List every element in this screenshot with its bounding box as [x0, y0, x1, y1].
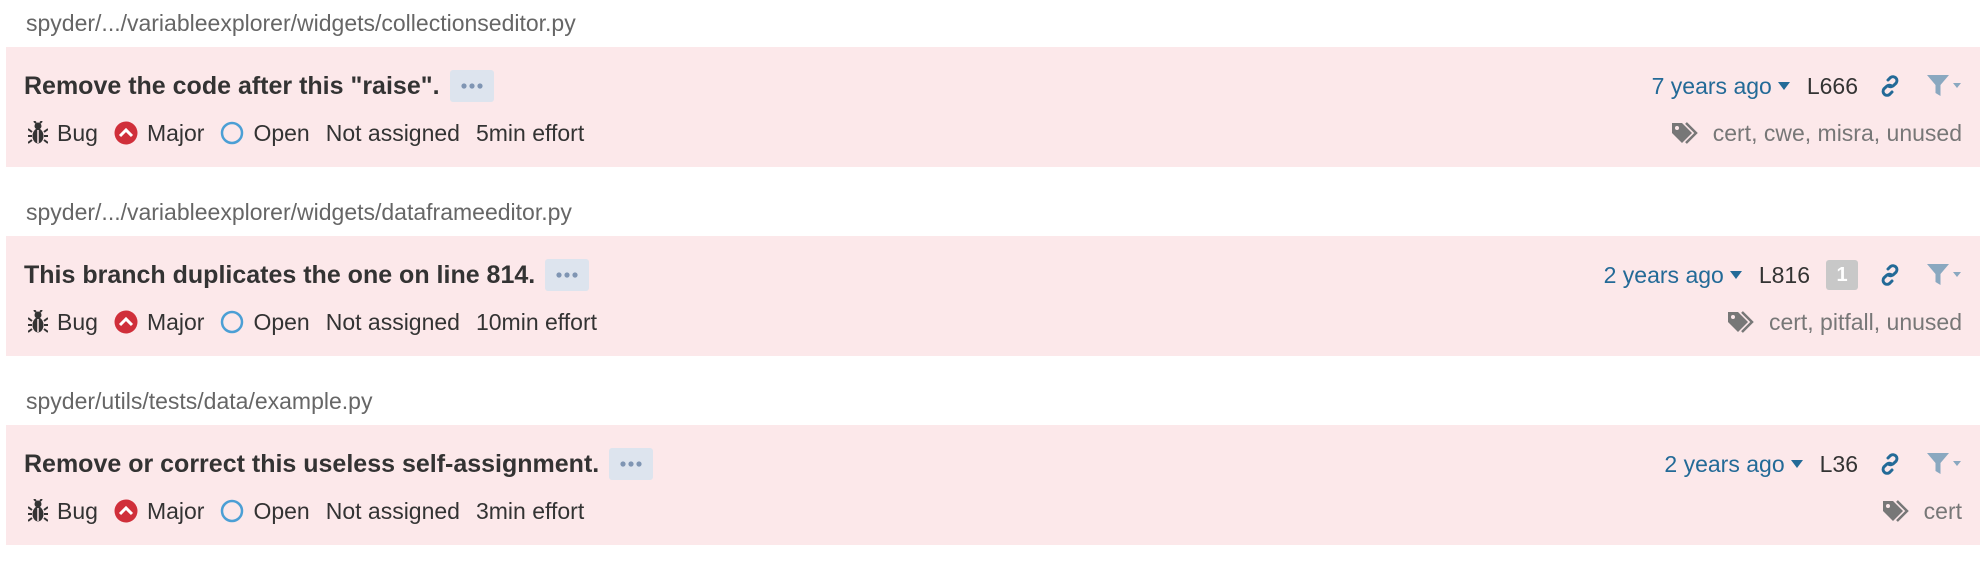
issues-list: spyder/.../variableexplorer/widgets/coll…	[0, 0, 1986, 545]
filter-button[interactable]	[1926, 74, 1962, 98]
more-icon	[556, 272, 578, 278]
issue-message[interactable]: Remove the code after this "raise".	[24, 72, 440, 101]
bug-icon	[28, 499, 48, 522]
link-icon	[1881, 453, 1899, 475]
issue-type[interactable]: Bug	[28, 498, 98, 525]
issue-message[interactable]: Remove or correct this useless self-assi…	[24, 450, 599, 479]
issue-assignee[interactable]: Not assigned	[326, 309, 460, 336]
locations-count-badge[interactable]: 1	[1826, 260, 1858, 290]
issue-card[interactable]: Remove the code after this "raise". 7 ye…	[6, 47, 1980, 167]
issue-line[interactable]: L816	[1759, 262, 1810, 289]
issue-type-label: Bug	[57, 119, 98, 146]
more-button[interactable]	[449, 70, 494, 102]
open-status-icon	[221, 499, 244, 523]
issue-type[interactable]: Bug	[28, 120, 98, 147]
chevron-down-icon	[1777, 82, 1790, 90]
filter-button[interactable]	[1926, 263, 1962, 287]
tag-icon	[1727, 311, 1754, 333]
issue-tags-label: cert	[1923, 497, 1962, 524]
issue-line[interactable]: L36	[1820, 451, 1858, 478]
filter-icon	[1927, 75, 1961, 96]
issue-date-dropdown[interactable]: 2 years ago	[1664, 450, 1803, 478]
open-status-icon	[221, 121, 244, 145]
more-icon	[620, 461, 642, 467]
issue-date: 2 years ago	[1664, 450, 1785, 477]
issue-tags[interactable]: cert, cwe, misra, unused	[1671, 120, 1962, 147]
more-button[interactable]	[609, 448, 654, 480]
issue-severity[interactable]: Major	[114, 308, 205, 336]
chevron-down-icon	[1729, 271, 1742, 279]
issue-date-dropdown[interactable]: 2 years ago	[1604, 262, 1742, 289]
issue-effort: 3min effort	[475, 497, 585, 524]
issue-date-dropdown[interactable]: 7 years ago	[1652, 73, 1790, 100]
major-severity-icon	[114, 499, 138, 523]
filter-icon	[1927, 453, 1961, 474]
issue-status[interactable]: Open	[220, 497, 310, 525]
issue-status[interactable]: Open	[220, 119, 310, 147]
issue-date: 7 years ago	[1651, 72, 1772, 99]
issue-tags[interactable]: cert, pitfall, unused	[1727, 309, 1962, 336]
issue-severity-label: Major	[146, 308, 205, 335]
issue-severity[interactable]: Major	[114, 497, 205, 525]
issue-assignee[interactable]: Not assigned	[326, 498, 460, 525]
issue-status-label: Open	[253, 119, 310, 146]
more-button[interactable]	[545, 259, 590, 291]
tag-icon	[1882, 500, 1909, 522]
major-severity-icon	[114, 310, 138, 334]
major-severity-icon	[114, 121, 138, 145]
issue-status-label: Open	[253, 497, 310, 524]
issue-severity[interactable]: Major	[114, 119, 205, 147]
issue-type[interactable]: Bug	[28, 309, 98, 336]
filter-button[interactable]	[1926, 452, 1962, 476]
issue-date: 2 years ago	[1603, 261, 1724, 288]
issue-severity-label: Major	[146, 119, 205, 146]
issue-status-label: Open	[253, 308, 310, 335]
issue-status[interactable]: Open	[220, 308, 310, 336]
issue-tags[interactable]: cert	[1882, 498, 1962, 525]
more-icon	[460, 83, 483, 89]
chevron-down-icon	[1790, 460, 1803, 468]
issue-effort: 10min effort	[475, 308, 597, 335]
file-path[interactable]: spyder/utils/tests/data/example.py	[6, 378, 1980, 425]
bug-icon	[28, 310, 48, 333]
issue-card[interactable]: This branch duplicates the one on line 8…	[6, 236, 1980, 356]
issue-card[interactable]: Remove or correct this useless self-assi…	[6, 425, 1980, 545]
link-icon	[1881, 75, 1899, 97]
issue-effort: 5min effort	[475, 119, 585, 146]
file-path[interactable]: spyder/.../variableexplorer/widgets/coll…	[6, 0, 1980, 47]
link-button[interactable]	[1878, 263, 1902, 287]
open-status-icon	[221, 310, 244, 334]
tag-icon	[1671, 122, 1698, 144]
issue-line[interactable]: L666	[1807, 73, 1858, 100]
bug-icon	[28, 121, 48, 144]
link-icon	[1881, 264, 1899, 286]
issue-tags-label: cert, cwe, misra, unused	[1712, 119, 1962, 146]
issue-assignee[interactable]: Not assigned	[326, 120, 460, 147]
issue-tags-label: cert, pitfall, unused	[1768, 308, 1962, 335]
file-path[interactable]: spyder/.../variableexplorer/widgets/data…	[6, 189, 1980, 236]
issue-type-label: Bug	[57, 497, 98, 524]
issue-severity-label: Major	[146, 497, 205, 524]
filter-icon	[1927, 264, 1961, 285]
link-button[interactable]	[1878, 452, 1902, 476]
issue-type-label: Bug	[57, 308, 98, 335]
link-button[interactable]	[1878, 74, 1902, 98]
issue-message[interactable]: This branch duplicates the one on line 8…	[24, 261, 535, 290]
